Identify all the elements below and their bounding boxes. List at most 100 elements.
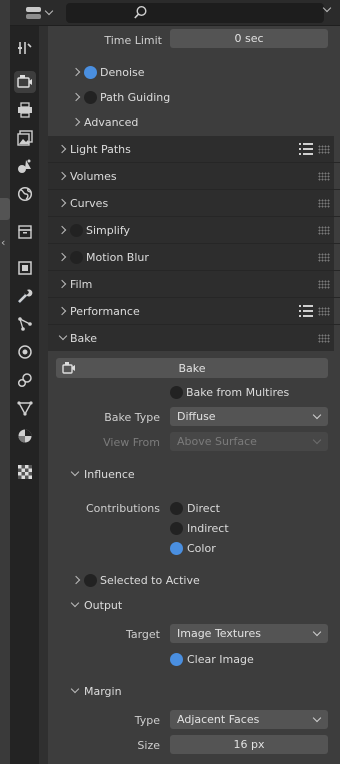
advanced-subpanel-header[interactable]: Advanced <box>48 110 340 134</box>
denoise-label: Denoise <box>100 65 145 79</box>
light-paths-label: Light Paths <box>70 142 131 156</box>
volumes-panel-header[interactable]: Volumes <box>48 163 334 189</box>
drag-handle-icon[interactable] <box>318 226 330 235</box>
time-limit-label: Time Limit <box>104 34 162 47</box>
drag-handle-icon[interactable] <box>318 307 330 316</box>
chevron-down-icon <box>58 333 68 343</box>
indirect-checkbox[interactable] <box>170 521 183 535</box>
object-tab[interactable] <box>14 257 36 279</box>
film-panel-header[interactable]: Film <box>48 271 334 297</box>
physics-tab[interactable] <box>14 341 36 363</box>
viewport-edge: ‹ <box>0 0 10 764</box>
drag-handle-icon[interactable] <box>318 280 330 289</box>
bake-from-multires-row[interactable]: Bake from Multires <box>170 380 340 404</box>
selected-to-active-subpanel-header[interactable]: Selected to Active <box>48 568 340 592</box>
texture-tab[interactable] <box>14 461 36 483</box>
presets-list-icon[interactable] <box>299 143 313 155</box>
printer-icon <box>18 102 32 118</box>
target-dropdown[interactable]: Image Textures <box>170 624 328 643</box>
search-input[interactable] <box>66 3 324 23</box>
bake-button[interactable]: Bake <box>56 358 328 378</box>
denoise-checkbox[interactable] <box>84 65 97 79</box>
direct-checkbox[interactable] <box>170 501 183 515</box>
chevron-right-icon <box>72 117 82 127</box>
sidebar-toggle-tab[interactable] <box>0 198 10 220</box>
margin-type-label: Type <box>134 714 160 727</box>
margin-size-field[interactable]: 16 px <box>170 735 328 754</box>
light-paths-panel-header[interactable]: Light Paths <box>48 136 334 162</box>
motion-blur-label: Motion Blur <box>86 250 149 264</box>
bake-type-label: Bake Type <box>104 411 160 424</box>
simplify-checkbox[interactable] <box>70 223 83 237</box>
constraints-tab[interactable] <box>14 369 36 391</box>
collection-box-icon <box>18 225 32 239</box>
view-from-label: View From <box>103 436 160 449</box>
output-subpanel-header[interactable]: Output <box>48 593 340 617</box>
mesh-data-icon <box>17 401 33 416</box>
simplify-panel-header[interactable]: Simplify <box>48 217 334 243</box>
contributions-label: Contributions <box>85 502 160 515</box>
properties-tabs <box>10 26 39 764</box>
path-guiding-checkbox[interactable] <box>84 90 97 104</box>
render-properties-content: Time Limit 0 sec Denoise Path Guiding Ad… <box>48 26 340 764</box>
motion-blur-checkbox[interactable] <box>70 250 83 264</box>
bake-from-multires-checkbox[interactable] <box>170 385 183 399</box>
drag-handle-icon[interactable] <box>318 145 330 154</box>
editor-type-dropdown[interactable] <box>23 4 61 22</box>
target-value: Image Textures <box>177 627 261 640</box>
clear-image-row[interactable]: Clear Image <box>170 647 340 671</box>
output-tab[interactable] <box>14 99 36 121</box>
tool-tab[interactable] <box>14 37 36 59</box>
margin-size-label: Size <box>137 739 160 752</box>
margin-subpanel-header[interactable]: Margin <box>48 679 340 703</box>
material-tab[interactable] <box>14 425 36 447</box>
drag-handle-icon[interactable] <box>318 334 330 343</box>
drag-handle-icon[interactable] <box>318 172 330 181</box>
view-layer-tab[interactable] <box>14 127 36 149</box>
curves-panel-header[interactable]: Curves <box>48 190 334 216</box>
influence-subpanel-header[interactable]: Influence <box>48 462 340 486</box>
simplify-label: Simplify <box>86 223 131 237</box>
selected-to-active-checkbox[interactable] <box>84 573 97 587</box>
drag-handle-icon[interactable] <box>318 253 330 262</box>
time-limit-field[interactable]: 0 sec <box>170 29 328 48</box>
drag-handle-icon[interactable] <box>318 199 330 208</box>
color-checkbox[interactable] <box>170 541 183 555</box>
bake-type-dropdown[interactable]: Diffuse <box>170 407 328 426</box>
influence-label: Influence <box>84 467 135 481</box>
modifiers-tab[interactable] <box>14 285 36 307</box>
film-label: Film <box>70 277 93 291</box>
color-row[interactable]: Color <box>170 536 340 560</box>
chevron-right-icon <box>58 171 68 181</box>
denoise-subpanel-header[interactable]: Denoise <box>48 60 340 84</box>
header-collapse-chevron-icon[interactable] <box>322 5 332 15</box>
clear-image-checkbox[interactable] <box>170 652 183 666</box>
margin-type-dropdown[interactable]: Adjacent Faces <box>170 710 328 729</box>
render-camera-icon <box>17 75 32 88</box>
performance-panel-header[interactable]: Performance <box>48 298 334 324</box>
physics-icon <box>18 345 32 359</box>
world-icon <box>17 186 33 202</box>
selected-to-active-label: Selected to Active <box>100 573 200 587</box>
object-square-icon <box>18 261 32 275</box>
expand-sidebar-arrow-icon[interactable]: ‹ <box>1 236 5 249</box>
particles-icon <box>18 317 32 331</box>
properties-editor-icon <box>26 6 41 20</box>
render-tab[interactable] <box>14 71 36 93</box>
bake-type-value: Diffuse <box>177 410 216 423</box>
view-from-dropdown[interactable]: Above Surface <box>170 432 328 451</box>
curves-label: Curves <box>70 196 109 210</box>
motion-blur-panel-header[interactable]: Motion Blur <box>48 244 334 270</box>
path-guiding-subpanel-header[interactable]: Path Guiding <box>48 85 340 109</box>
chevron-down-icon <box>311 629 325 639</box>
collection-tab[interactable] <box>14 221 36 243</box>
particles-tab[interactable] <box>14 313 36 335</box>
bake-panel-header[interactable]: Bake <box>48 325 334 351</box>
scene-icon <box>18 159 31 173</box>
data-tab[interactable] <box>14 397 36 419</box>
bake-label: Bake <box>70 331 98 345</box>
scene-tab[interactable] <box>14 155 36 177</box>
chevron-down-icon <box>311 715 325 725</box>
presets-list-icon[interactable] <box>299 305 313 317</box>
world-tab[interactable] <box>14 183 36 205</box>
